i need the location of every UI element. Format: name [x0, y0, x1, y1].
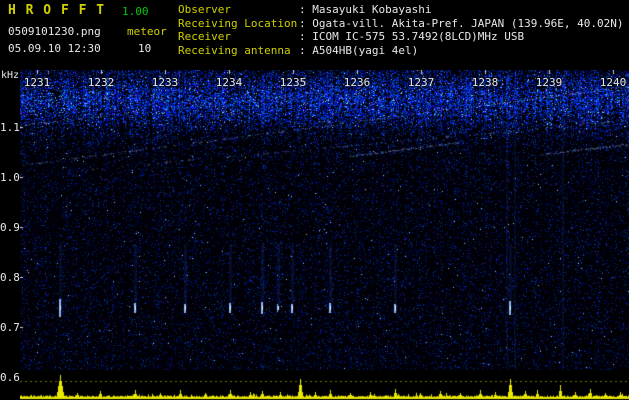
x-tick-label-1240: 1240: [599, 76, 627, 89]
info-row-receiver: Receiver : ICOM IC-575 53.7492(8LCD)MHz …: [178, 30, 624, 44]
info-value: : A504HB(yagi 4el): [299, 43, 419, 57]
info-label: Observer: [178, 3, 231, 16]
info-value: : Ogata-vill. Akita-Pref. JAPAN (139.96E…: [299, 16, 624, 30]
info-row-observer: Observer : Masayuki Kobayashi: [178, 3, 624, 17]
observation-info: Observer : Masayuki Kobayashi Receiving …: [178, 3, 624, 57]
y-tick-label-0-9: 0.9: [0, 221, 20, 234]
mode-label: meteor: [127, 25, 167, 38]
app-title: H R O F F T: [8, 3, 106, 18]
info-label: Receiver: [178, 30, 231, 43]
x-tick-label-1235: 1235: [279, 76, 307, 89]
info-row-location: Receiving Location : Ogata-vill. Akita-P…: [178, 17, 624, 31]
signal-level-strip-canvas: [20, 372, 629, 400]
x-tick-label-1238: 1238: [471, 76, 499, 89]
x-tick-label-1239: 1239: [535, 76, 563, 89]
y-tick-label-0-6: 0.6: [0, 371, 20, 384]
info-row-antenna: Receiving antenna : A504HB(yagi 4el): [178, 44, 624, 58]
x-tick-label-1237: 1237: [407, 76, 435, 89]
x-tick-label-1236: 1236: [343, 76, 371, 89]
info-label: Receiving antenna: [178, 43, 291, 57]
y-tick-label-1-0: 1.0: [0, 171, 20, 184]
info-label: Receiving Location: [178, 16, 298, 30]
spectrogram-canvas: [20, 70, 629, 370]
x-tick-label-1233: 1233: [151, 76, 179, 89]
y-tick-label-0-7: 0.7: [0, 321, 20, 334]
hrofft-window: H R O F F T 1.00 0509101230.png meteor 0…: [0, 0, 629, 400]
x-tick-label-1234: 1234: [215, 76, 243, 89]
x-tick-label-1232: 1232: [87, 76, 115, 89]
x-tick-label-1231: 1231: [23, 76, 51, 89]
y-tick-label-1-1: 1.1: [0, 121, 20, 134]
info-value: : Masayuki Kobayashi: [299, 3, 432, 16]
app-version: 1.00: [122, 5, 149, 18]
y-axis-unit-label: kHz: [1, 70, 20, 81]
info-value: : ICOM IC-575 53.7492(8LCD)MHz USB: [299, 30, 525, 43]
output-filename: 0509101230.png: [8, 25, 101, 38]
observation-datetime: 05.09.10 12:30: [8, 42, 101, 55]
echo-count: 10: [138, 42, 152, 55]
y-tick-label-0-8: 0.8: [0, 271, 20, 284]
